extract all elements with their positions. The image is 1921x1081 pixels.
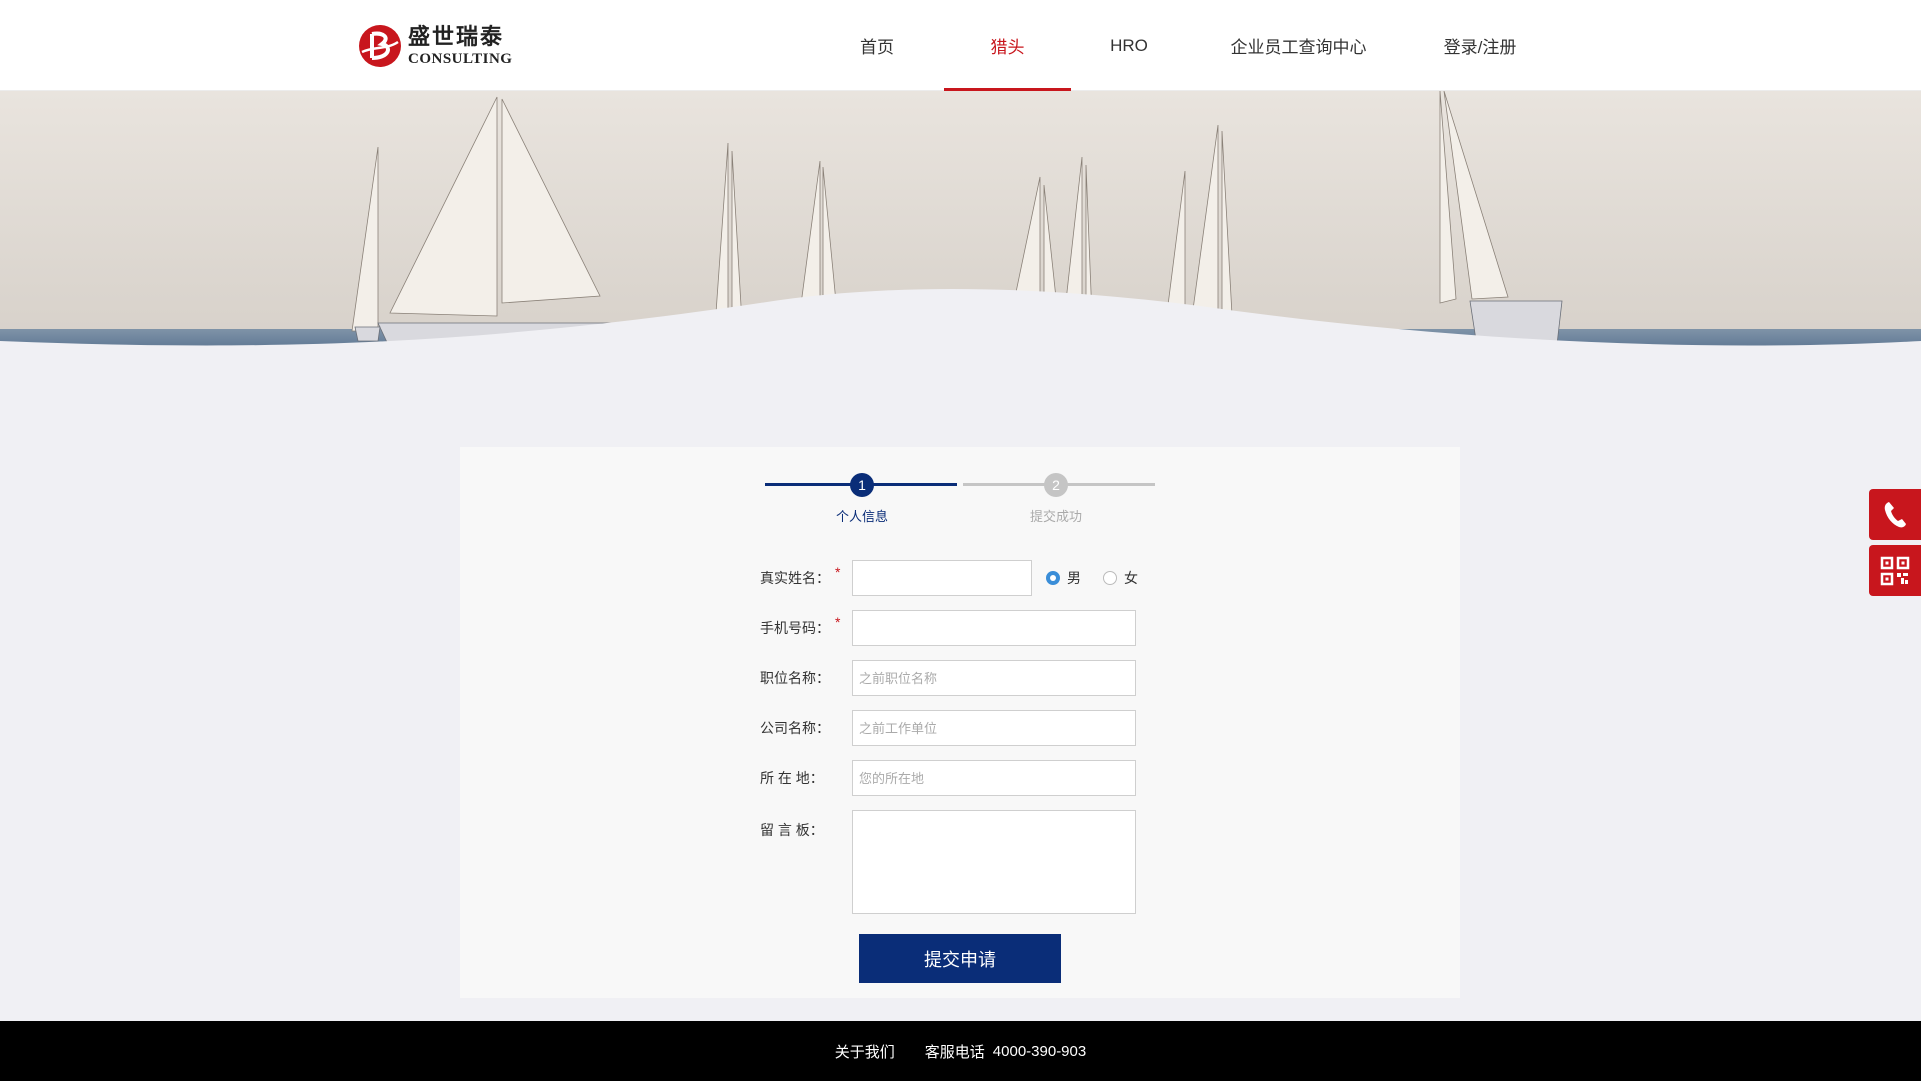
nav-item-home[interactable]: 首页	[838, 0, 916, 91]
company-row: 公司名称：	[760, 710, 1136, 746]
nav-item-headhunting[interactable]: 猎头	[944, 0, 1071, 91]
position-label: 职位名称：	[760, 670, 830, 686]
required-mark: *	[835, 564, 841, 580]
site-header: 盛世瑞泰 CONSULTING 首页 猎头 HRO 企业员工查询中心 登录/注册	[0, 0, 1921, 91]
gender-female-radio[interactable]: 女	[1103, 568, 1138, 588]
logo-name-en: CONSULTING	[408, 50, 513, 67]
gender-female-label: 女	[1124, 570, 1138, 586]
qr-code-button[interactable]	[1869, 545, 1921, 596]
location-row: 所 在 地：	[760, 760, 1136, 796]
position-input[interactable]	[852, 660, 1136, 696]
qr-code-icon	[1880, 556, 1910, 585]
hotline-label: 客服电话	[924, 1043, 985, 1061]
step-2-label: 提交成功	[1029, 509, 1083, 524]
step-1-label: 个人信息	[835, 509, 889, 524]
progress-steps: 1 个人信息 2 提交成功	[765, 473, 1160, 533]
name-input[interactable]	[852, 560, 1032, 596]
required-mark: *	[835, 614, 841, 630]
phone-row: 手机号码： *	[760, 610, 1136, 646]
phone-contact-button[interactable]	[1869, 489, 1921, 540]
gender-male-label: 男	[1067, 570, 1081, 586]
hotline-number: 4000-390-903	[992, 1042, 1087, 1060]
gender-male-radio[interactable]: 男	[1046, 568, 1081, 588]
message-row: 留 言 板：	[760, 810, 1136, 914]
phone-label: 手机号码： *	[760, 614, 841, 636]
phone-input[interactable]	[852, 610, 1136, 646]
step-1-circle: 1	[850, 473, 874, 497]
company-input[interactable]	[852, 710, 1136, 746]
location-label: 所 在 地：	[760, 770, 824, 786]
application-form: 1 个人信息 2 提交成功 真实姓名：* 男 女 手机号码：* 职位名称： 公司…	[460, 447, 1460, 998]
nav-item-hro[interactable]: HRO	[1090, 0, 1168, 91]
radio-unchecked-icon	[1103, 571, 1117, 585]
name-row: 真实姓名： * 男 女	[760, 560, 1138, 596]
company-label: 公司名称：	[760, 720, 830, 736]
nav-item-employee-query[interactable]: 企业员工查询中心	[1220, 0, 1377, 91]
submit-application-button[interactable]: 提交申请	[859, 934, 1061, 983]
phone-icon	[1884, 501, 1906, 527]
step-2-circle: 2	[1044, 473, 1068, 497]
name-label: 真实姓名： *	[760, 564, 841, 586]
nav-item-login-register[interactable]: 登录/注册	[1430, 0, 1530, 91]
radio-checked-icon	[1046, 571, 1060, 585]
logo[interactable]: 盛世瑞泰 CONSULTING	[358, 22, 528, 70]
hero-banner	[0, 91, 1921, 378]
sailboats-banner-image	[0, 91, 1921, 378]
message-label: 留 言 板：	[760, 822, 824, 838]
position-row: 职位名称：	[760, 660, 1136, 696]
logo-mark-icon	[359, 25, 401, 67]
message-textarea[interactable]	[852, 810, 1136, 914]
location-input[interactable]	[852, 760, 1136, 796]
site-footer: 关于我们 客服电话 4000-390-903	[0, 1021, 1921, 1081]
logo-name-cn: 盛世瑞泰	[408, 23, 505, 50]
about-us-link[interactable]: 关于我们	[835, 1041, 895, 1062]
